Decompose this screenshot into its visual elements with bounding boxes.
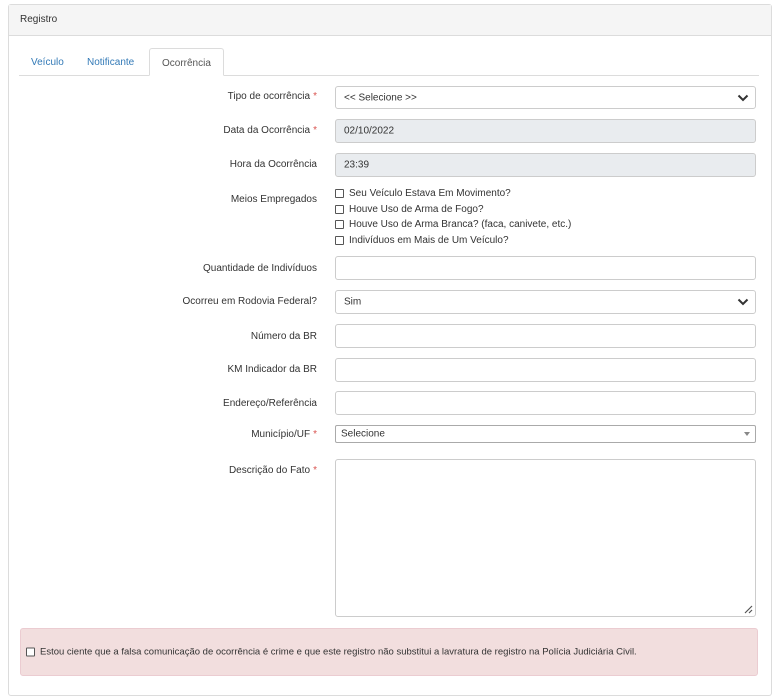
required-mark: * [313, 91, 317, 102]
row-meios: Meios Empregados Seu Veículo Estava Em M… [0, 186, 776, 248]
km-br-label: KM Indicador da BR [227, 364, 318, 375]
numero-br-label: Número da BR [250, 331, 317, 342]
required-mark: * [313, 429, 317, 440]
tipo-select[interactable]: << Selecione >> [335, 86, 756, 109]
hora-label: Hora da Ocorrência [229, 159, 317, 170]
rodovia-label: Ocorreu em Rodovia Federal? [182, 296, 317, 307]
checkbox-arma-fogo[interactable]: Houve Uso de Arma de Fogo? [335, 202, 571, 218]
disclaimer-checkbox[interactable]: Estou ciente que a falsa comunicação de … [26, 647, 637, 658]
chevron-down-icon [737, 298, 749, 306]
row-data: Data da Ocorrência * 02/10/2022 [0, 119, 776, 143]
row-quantidade: Quantidade de Indivíduos [0, 256, 776, 280]
row-tipo: Tipo de ocorrência * << Selecione >> [0, 86, 776, 109]
checkbox-box[interactable] [335, 204, 344, 214]
municipio-select[interactable]: Selecione [335, 425, 756, 443]
hora-field-value: 23:39 [344, 159, 370, 171]
checkbox-label: Houve Uso de Arma de Fogo? [349, 203, 484, 215]
tab-veiculo[interactable]: Veículo [19, 48, 76, 74]
row-rodovia: Ocorreu em Rodovia Federal? Sim [0, 290, 776, 314]
caret-down-icon [744, 432, 750, 436]
tab-bar: Veículo Notificante Ocorrência [19, 48, 759, 76]
row-endereco: Endereço/Referência [0, 391, 776, 415]
data-label: Data da Ocorrência * [223, 125, 317, 136]
checkbox-label: Seu Veículo Estava Em Movimento? [349, 188, 511, 200]
panel-title: Registro [9, 5, 771, 36]
row-municipio: Município/UF * Selecione [0, 425, 776, 443]
km-br-input[interactable] [335, 358, 756, 382]
data-field-value: 02/10/2022 [344, 125, 395, 137]
resize-handle-icon[interactable] [743, 604, 753, 614]
tipo-label: Tipo de ocorrência * [227, 91, 317, 102]
row-descricao: Descrição do Fato * [0, 459, 776, 617]
checkbox-box[interactable] [335, 189, 344, 199]
checkbox-label: Indivíduos em Mais de Um Veículo? [349, 234, 509, 246]
endereco-input[interactable] [335, 391, 756, 415]
checkbox-label: Houve Uso de Arma Branca? (faca, canivet… [349, 219, 572, 231]
chevron-down-icon [737, 94, 749, 101]
descricao-label: Descrição do Fato * [228, 465, 317, 476]
checkbox-box[interactable] [335, 235, 344, 245]
numero-br-input[interactable] [335, 324, 756, 348]
tab-notificante[interactable]: Notificante [75, 48, 146, 74]
required-mark: * [313, 125, 317, 136]
descricao-textarea[interactable] [335, 459, 756, 617]
checkbox-arma-branca[interactable]: Houve Uso de Arma Branca? (faca, canivet… [335, 217, 571, 233]
municipio-label: Município/UF * [251, 429, 317, 440]
row-km-br: KM Indicador da BR [0, 358, 776, 382]
hora-field: 23:39 [335, 153, 756, 177]
disclaimer-alert: Estou ciente que a falsa comunicação de … [20, 628, 758, 676]
data-field: 02/10/2022 [335, 119, 756, 143]
rodovia-select-value: Sim [344, 296, 362, 308]
tipo-select-value: << Selecione >> [344, 92, 417, 103]
rodovia-select[interactable]: Sim [335, 290, 756, 314]
meios-checkbox-group: Seu Veículo Estava Em Movimento? Houve U… [335, 186, 571, 248]
endereco-label: Endereço/Referência [223, 398, 317, 409]
checkbox-box[interactable] [26, 647, 35, 657]
checkbox-box[interactable] [335, 220, 344, 230]
checkbox-veiculo-movimento[interactable]: Seu Veículo Estava Em Movimento? [335, 186, 571, 202]
quantidade-label: Quantidade de Indivíduos [203, 263, 317, 274]
required-mark: * [313, 465, 317, 476]
tab-ocorrencia[interactable]: Ocorrência [149, 48, 224, 76]
disclaimer-text: Estou ciente que a falsa comunicação de … [40, 646, 637, 658]
municipio-select-value: Selecione [341, 428, 385, 440]
meios-label: Meios Empregados [230, 194, 317, 205]
row-hora: Hora da Ocorrência 23:39 [0, 153, 776, 177]
quantidade-input[interactable] [335, 256, 756, 280]
row-numero-br: Número da BR [0, 324, 776, 348]
checkbox-mais-veiculos[interactable]: Indivíduos em Mais de Um Veículo? [335, 233, 571, 249]
